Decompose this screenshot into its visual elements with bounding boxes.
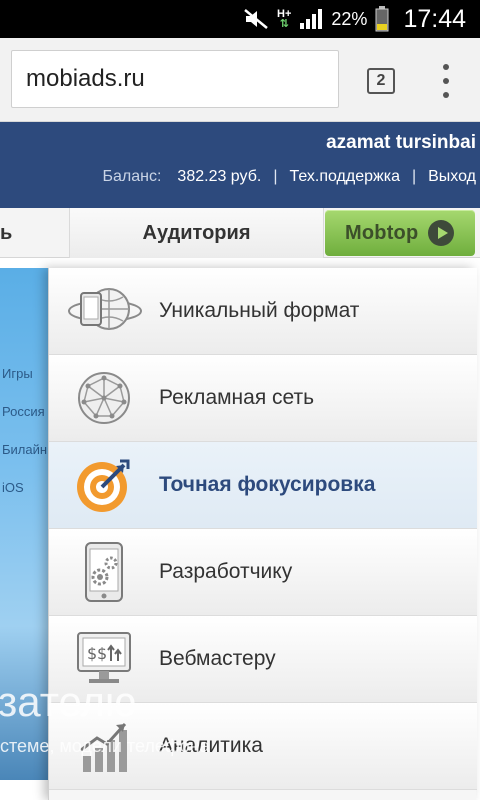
menu-item-label: Уникальный формат (159, 299, 360, 322)
username[interactable]: azamat tursinbai (326, 132, 476, 154)
balance-value: 382.23 руб. (177, 168, 262, 185)
menu-item-label: Аналитика (159, 734, 263, 757)
menu-dot-icon (443, 64, 449, 70)
banner-item: iOS (2, 480, 24, 495)
menu-item-developer[interactable]: Разработчику (49, 529, 477, 616)
url-bar[interactable]: mobiads.ru (11, 50, 339, 108)
menu-item-precise-targeting[interactable]: Точная фокусировка (49, 442, 477, 529)
status-bar: H+ ⇅ 22% 17:44 (0, 0, 480, 38)
menu-item-label: Точная фокусировка (159, 473, 376, 496)
network-type-icon: H+ ⇅ (277, 8, 292, 30)
main-nav: ь Аудитория Mobtop (0, 208, 480, 258)
mute-icon (244, 9, 268, 29)
menu-item-label: Рекламная сеть (159, 386, 315, 409)
menu-dot-icon (443, 78, 449, 84)
menu-item-analytics[interactable]: Аналитика (49, 703, 477, 790)
menu-item-label: Разработчику (159, 560, 293, 583)
play-icon (428, 220, 455, 246)
separator: | (411, 168, 417, 185)
browser-menu-button[interactable] (436, 64, 456, 98)
network-globe-icon (78, 372, 130, 424)
menu-item-unique-format[interactable]: Уникальный формат (49, 268, 477, 355)
support-link[interactable]: Тех.поддержка (289, 168, 400, 186)
signal-icon (300, 9, 323, 29)
nav-tab-left[interactable]: ь (0, 208, 70, 258)
globe-phone-icon (68, 288, 142, 330)
svg-text:$: $ (87, 644, 97, 663)
phone-gears-icon (85, 542, 123, 602)
banner-item: Билайн (2, 442, 48, 457)
menu-item-webmaster[interactable]: $ $ Вебмастеру (49, 616, 477, 703)
banner-panel: Игры Россия Билайн iOS (0, 268, 48, 780)
banner-item: Россия (2, 404, 45, 419)
status-icons: H+ ⇅ 22% 17:44 (243, 0, 466, 38)
dropdown-menu: Уникальный формат Рекламная сеть Точная … (48, 268, 477, 800)
menu-item-label: Вебмастеру (159, 647, 276, 670)
mobtop-button[interactable]: Mobtop (325, 210, 475, 256)
clock: 17:44 (403, 4, 466, 33)
browser-toolbar: mobiads.ru 2 (0, 38, 480, 122)
growth-chart-icon (80, 722, 127, 772)
separator: | (273, 168, 278, 185)
nav-tab-audience[interactable]: Аудитория (70, 208, 324, 258)
banner-item: Игры (2, 366, 33, 381)
logout-link[interactable]: Выход (428, 168, 476, 186)
balance-label: Баланс: (102, 168, 162, 185)
menu-item-ad-network[interactable]: Рекламная сеть (49, 355, 477, 442)
target-icon (77, 459, 130, 512)
site-header: azamat tursinbai Баланс: 382.23 руб. | Т… (0, 122, 480, 208)
battery-icon (375, 6, 389, 32)
menu-dot-icon (443, 92, 449, 98)
tab-switcher-button[interactable]: 2 (367, 68, 395, 94)
battery-percent: 22% (331, 8, 368, 29)
monitor-money-icon: $ $ (77, 632, 131, 683)
mobtop-label: Mobtop (345, 221, 419, 244)
account-info: Баланс: 382.23 руб. | Тех.поддержка | Вы… (103, 168, 477, 186)
svg-text:$: $ (97, 644, 107, 663)
